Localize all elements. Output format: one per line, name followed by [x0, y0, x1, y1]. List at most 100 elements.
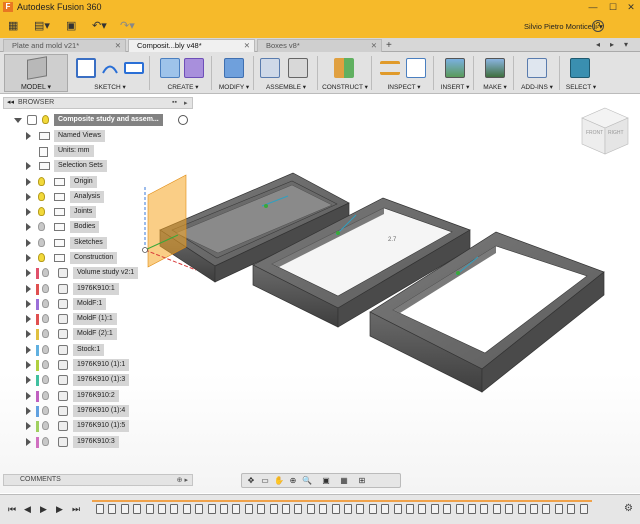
timeline-feature-icon[interactable]: [294, 504, 303, 514]
timeline-feature-icon[interactable]: [319, 504, 328, 514]
expand-arrow-icon[interactable]: [26, 285, 31, 293]
timeline-feature-icon[interactable]: [133, 504, 142, 514]
toolbar-group-select[interactable]: SELECT ▾: [564, 54, 598, 92]
visibility-bulb-icon[interactable]: [42, 345, 49, 354]
timeline-feature-icon[interactable]: [381, 504, 390, 514]
display-settings-icon[interactable]: ▣: [320, 476, 332, 486]
offset-plane-icon[interactable]: [334, 58, 354, 78]
section-analysis-icon[interactable]: [406, 58, 426, 78]
tab-scroll-right-icon[interactable]: ▸: [610, 40, 614, 49]
rectangle-tool-icon[interactable]: [124, 62, 144, 74]
workspace-switcher[interactable]: MODEL ▾: [4, 54, 68, 92]
timeline-feature-icon[interactable]: [232, 504, 241, 514]
timeline-feature-icon[interactable]: [207, 504, 216, 514]
visibility-bulb-icon[interactable]: [42, 329, 49, 338]
visibility-bulb-icon[interactable]: [42, 314, 49, 323]
toolbar-group-assemble[interactable]: ASSEMBLE ▾: [258, 54, 318, 92]
expand-arrow-icon[interactable]: [26, 178, 31, 186]
timeline-feature-icon[interactable]: [344, 504, 352, 514]
timeline-feature-icon[interactable]: [244, 504, 253, 514]
select-cursor-icon[interactable]: [570, 58, 590, 78]
pan-hand-icon[interactable]: ✋: [273, 476, 285, 486]
toolbar-group-modify[interactable]: MODIFY ▾: [218, 54, 254, 92]
expand-arrow-icon[interactable]: [26, 361, 31, 369]
browser-options-icon[interactable]: ▪▪: [172, 99, 177, 106]
zoom-icon[interactable]: ⊕: [287, 476, 299, 486]
timeline-feature-icon[interactable]: [356, 504, 365, 514]
pattern-icon[interactable]: [184, 58, 204, 78]
timeline-feature-icon[interactable]: [480, 504, 489, 514]
expand-arrow-icon[interactable]: [26, 346, 31, 354]
timeline-step-back-icon[interactable]: ◀: [24, 504, 31, 515]
doc-tab-composite-assembly[interactable]: Composit...bly v48* ✕: [128, 39, 255, 52]
help-icon[interactable]: ?: [592, 20, 604, 32]
expand-arrow-icon[interactable]: [26, 300, 31, 308]
expand-arrow-icon[interactable]: [26, 223, 31, 231]
timeline-settings-gear-icon[interactable]: ⚙: [624, 503, 633, 514]
timeline-feature-icon[interactable]: [443, 504, 452, 514]
collapse-arrow-icon[interactable]: [14, 118, 22, 123]
timeline-feature-icon[interactable]: [170, 504, 179, 514]
visibility-bulb-icon[interactable]: [42, 284, 49, 293]
timeline-feature-icon[interactable]: [418, 504, 427, 514]
timeline-feature-icon[interactable]: [505, 504, 514, 514]
visibility-bulb-icon[interactable]: [38, 207, 45, 216]
visibility-bulb-icon[interactable]: [38, 238, 45, 247]
timeline-step-forward-icon[interactable]: ▶: [56, 504, 63, 515]
timeline-feature-icon[interactable]: [182, 504, 191, 514]
close-tab-icon[interactable]: ✕: [115, 40, 121, 52]
browser-close-icon[interactable]: ▸: [184, 99, 188, 107]
create-sketch-icon[interactable]: [76, 58, 96, 78]
timeline-feature-icon[interactable]: [120, 504, 129, 514]
expand-arrow-icon[interactable]: [26, 315, 31, 323]
insert-image-icon[interactable]: [445, 58, 465, 78]
expand-arrow-icon[interactable]: [26, 376, 31, 384]
timeline-feature-icon[interactable]: [542, 504, 551, 514]
browser-panel-header[interactable]: ◂◂ BROWSER ▪▪ ▸: [3, 97, 193, 109]
timeline-feature-icon[interactable]: [331, 504, 340, 514]
visibility-bulb-icon[interactable]: [42, 115, 49, 124]
expand-arrow-icon[interactable]: [26, 193, 31, 201]
visibility-bulb-icon[interactable]: [38, 222, 45, 231]
timeline-feature-icon[interactable]: [579, 504, 588, 514]
redo-icon[interactable]: ↷▾: [120, 19, 135, 33]
timeline-end-icon[interactable]: ⏭: [72, 504, 80, 515]
timeline-feature-icon[interactable]: [220, 504, 228, 514]
comments-expand-icon[interactable]: ⊕ ▸: [177, 476, 188, 484]
timeline-feature-icon[interactable]: [455, 504, 464, 514]
timeline-feature-icon[interactable]: [158, 504, 166, 514]
timeline-feature-icon[interactable]: [195, 504, 204, 514]
look-at-icon[interactable]: ▭: [259, 476, 271, 486]
close-tab-icon[interactable]: ✕: [244, 40, 250, 52]
timeline-feature-icon[interactable]: [282, 504, 290, 514]
make-3d-print-icon[interactable]: [485, 58, 505, 78]
timeline-feature-icon[interactable]: [492, 504, 501, 514]
expand-arrow-icon[interactable]: [26, 269, 31, 277]
comments-panel-header[interactable]: COMMENTS ⊕ ▸: [3, 474, 193, 486]
timeline-feature-icon[interactable]: [554, 504, 563, 514]
visibility-bulb-icon[interactable]: [42, 437, 49, 446]
timeline-feature-icon[interactable]: [257, 504, 266, 514]
expand-arrow-icon[interactable]: [26, 438, 31, 446]
toolbar-group-insert[interactable]: INSERT ▾: [440, 54, 474, 92]
expand-arrow-icon[interactable]: [26, 132, 31, 140]
timeline-feature-icon[interactable]: [306, 504, 315, 514]
timeline-feature-icon[interactable]: [567, 504, 576, 514]
visibility-bulb-icon[interactable]: [38, 177, 45, 186]
tab-list-icon[interactable]: ▾: [624, 40, 628, 49]
save-icon[interactable]: ▣: [66, 19, 76, 33]
visibility-bulb-icon[interactable]: [38, 192, 45, 201]
timeline-feature-icon[interactable]: [430, 504, 439, 514]
toolbar-group-construct[interactable]: CONSTRUCT ▾: [322, 54, 372, 92]
toolbar-group-make[interactable]: MAKE ▾: [480, 54, 514, 92]
expand-arrow-icon[interactable]: [26, 254, 31, 262]
toolbar-group-sketch[interactable]: SKETCH ▾: [74, 54, 150, 92]
timeline-feature-icon[interactable]: [468, 504, 476, 514]
timeline-feature-icon[interactable]: [368, 504, 377, 514]
viewcube[interactable]: FRONT RIGHT: [580, 106, 630, 158]
file-menu-icon[interactable]: ▤▾: [34, 19, 50, 33]
timeline-feature-icon[interactable]: [517, 504, 526, 514]
expand-arrow-icon[interactable]: [26, 239, 31, 247]
visibility-bulb-icon[interactable]: [42, 406, 49, 415]
timeline-feature-icon[interactable]: [530, 504, 538, 514]
